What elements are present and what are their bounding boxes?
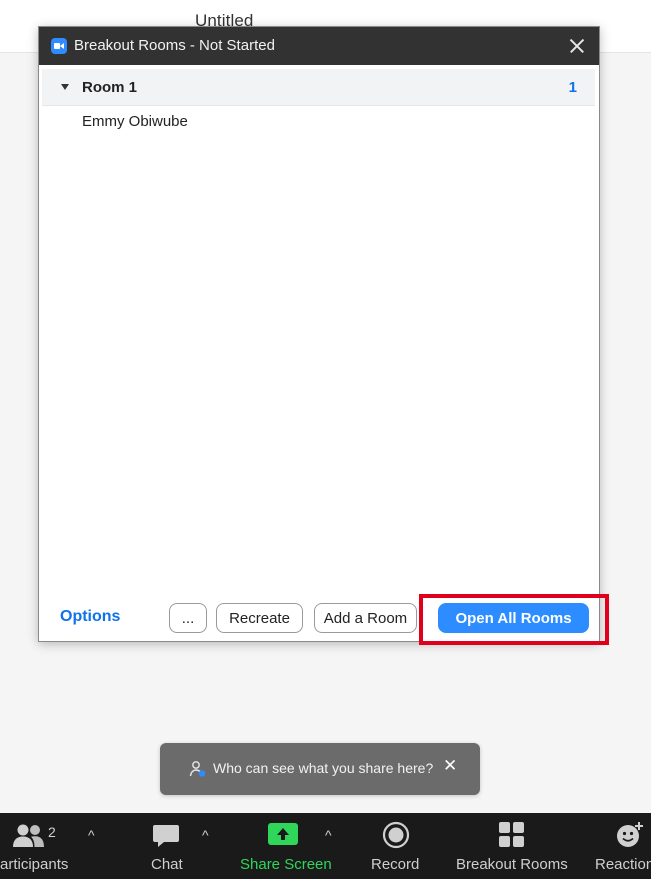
share-screen-button[interactable]: Share Screen [236, 813, 332, 879]
breakout-rooms-label: Breakout Rooms [456, 856, 568, 873]
record-label: Record [371, 856, 420, 873]
participants-count: 2 [48, 824, 56, 840]
participant-item[interactable]: Emmy Obiwube [82, 113, 188, 130]
breakout-rooms-window: Breakout Rooms - Not Started Room 1 1 Em… [38, 26, 600, 642]
close-icon[interactable] [565, 34, 589, 58]
room-name: Room 1 [82, 79, 138, 96]
record-button[interactable]: Record [366, 813, 428, 879]
options-link[interactable]: Options [60, 608, 120, 626]
person-icon [189, 761, 206, 777]
caret-down-icon[interactable] [61, 84, 69, 90]
smiley-plus-icon [617, 822, 643, 847]
participants-label: articipants [0, 856, 69, 873]
reactions-button[interactable]: Reaction [590, 813, 651, 879]
reactions-label: Reaction [595, 856, 651, 873]
chat-caret-icon[interactable]: ^ [202, 827, 209, 843]
participants-icon [13, 824, 44, 847]
chat-button[interactable]: Chat [140, 813, 195, 879]
toast-text: Who can see what you share here? [213, 760, 434, 776]
room-row[interactable]: Room 1 1 [42, 69, 595, 106]
more-button[interactable]: ... [169, 603, 207, 633]
breakout-window-title: Breakout Rooms - Not Started [74, 37, 275, 54]
chat-bubble-icon [153, 825, 179, 847]
add-room-button[interactable]: Add a Room [314, 603, 417, 633]
breakout-titlebar: Breakout Rooms - Not Started [39, 27, 599, 65]
recreate-button[interactable]: Recreate [216, 603, 303, 633]
zoom-logo-icon [51, 38, 67, 54]
record-icon [382, 821, 410, 849]
share-screen-label: Share Screen [240, 856, 332, 873]
highlight-annotation [419, 594, 609, 645]
toast-close-icon[interactable]: ✕ [443, 756, 457, 776]
breakout-rooms-button[interactable]: Breakout Rooms [452, 813, 574, 879]
grid-icon [499, 822, 524, 847]
participants-caret-icon[interactable]: ^ [88, 827, 95, 843]
participants-button[interactable]: 2 articipants [0, 813, 80, 879]
share-arrow-icon [268, 823, 298, 845]
share-caret-icon[interactable]: ^ [325, 827, 332, 843]
chat-label: Chat [151, 856, 183, 873]
meeting-toolbar: 2 articipants ^ Chat ^ Share Screen ^ Re… [0, 813, 651, 879]
share-hint-toast: Who can see what you share here? ✕ [160, 743, 480, 795]
room-participant-count: 1 [568, 79, 577, 96]
